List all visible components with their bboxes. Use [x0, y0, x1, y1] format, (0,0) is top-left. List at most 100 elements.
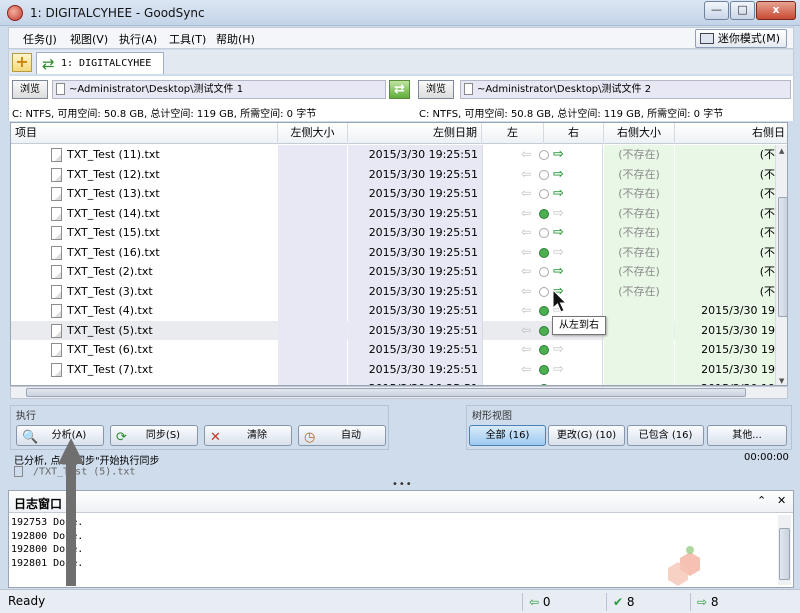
status-dot-icon[interactable] — [539, 150, 549, 160]
right-arrow-icon[interactable]: ⇨ — [553, 262, 564, 281]
filter-other-button[interactable]: 其他... — [707, 425, 787, 446]
vertical-scroll-thumb[interactable] — [778, 197, 787, 317]
left-arrow-icon[interactable]: ⇦ — [521, 243, 531, 262]
file-row[interactable]: TXT_Test (15).txt 2015/3/30 19:25:51 ⇦ ⇨ (不存… — [11, 223, 775, 243]
auto-button[interactable]: ◷ 自动 — [298, 425, 386, 446]
left-arrow-icon[interactable]: ⇦ — [521, 360, 531, 379]
left-path-field[interactable]: ~Administrator\Desktop\测试文件 1 — [52, 80, 386, 99]
close-button[interactable]: x — [756, 1, 796, 20]
log-scrollbar[interactable] — [778, 515, 791, 585]
right-arrow-icon[interactable]: ⇨ — [553, 379, 564, 385]
col-right-size[interactable]: 右侧大小 — [604, 123, 675, 144]
file-row[interactable]: TXT_Test (6).txt 2015/3/30 19:25:51 ⇦ ⇨ 2015… — [11, 340, 775, 360]
browse-right-button[interactable]: 浏览 — [418, 80, 454, 99]
right-arrow-icon[interactable]: ⇨ — [553, 223, 564, 242]
sync-action-cell[interactable]: ⇦⇨ — [482, 379, 603, 385]
scroll-up-icon[interactable]: ▲ — [779, 147, 784, 155]
status-dot-icon[interactable] — [539, 286, 549, 297]
sync-action-cell[interactable]: ⇦⇨ — [482, 242, 603, 262]
col-left-date[interactable]: 左侧日期 — [348, 123, 482, 144]
file-row[interactable]: TXT_Test (13).txt 2015/3/30 19:25:51 ⇦ ⇨ (不存… — [11, 184, 775, 204]
left-arrow-icon[interactable]: ⇦ — [521, 321, 531, 340]
status-dot-icon[interactable] — [539, 169, 549, 180]
left-arrow-icon[interactable]: ⇦ — [521, 301, 531, 320]
swap-direction-button[interactable]: ⇄ — [389, 80, 410, 99]
browse-left-button[interactable]: 浏览 — [12, 80, 48, 99]
right-arrow-icon[interactable]: ⇨ — [553, 243, 564, 262]
right-arrow-icon[interactable]: ⇨ — [553, 184, 564, 203]
right-arrow-icon[interactable]: ⇨ — [553, 340, 564, 359]
left-arrow-icon[interactable]: ⇦ — [521, 145, 531, 164]
sync-button[interactable]: ⟳ 同步(S) — [110, 425, 198, 446]
col-left[interactable]: 左 — [482, 123, 544, 144]
clear-button[interactable]: ✕ 清除 — [204, 425, 292, 446]
status-dot-icon[interactable] — [539, 208, 549, 219]
left-arrow-icon[interactable]: ⇦ — [521, 340, 531, 359]
left-arrow-icon[interactable]: ⇦ — [521, 262, 531, 281]
file-row[interactable]: TXT_Test (11).txt 2015/3/30 19:25:51 ⇦ ⇨ (不存… — [11, 145, 775, 165]
mini-mode-button[interactable]: 迷你模式(M) — [694, 29, 787, 48]
file-row[interactable]: TXT_Test (12).txt 2015/3/30 19:25:51 ⇦ ⇨ (不存… — [11, 164, 775, 184]
splitter-handle[interactable]: ••• — [392, 479, 413, 490]
vertical-scrollbar[interactable]: ▲ ▼ — [775, 145, 787, 385]
add-job-button[interactable]: + — [12, 53, 32, 72]
file-row[interactable]: 2015/3/30 19:25:51⇦⇨2015/3/30 19 — [11, 379, 775, 385]
horizontal-scroll-thumb[interactable] — [26, 388, 746, 397]
file-row[interactable]: TXT_Test (4).txt 2015/3/30 19:25:51 ⇦ ⇨ 2015… — [11, 301, 775, 321]
sync-action-cell[interactable]: ⇦⇨ — [482, 359, 603, 379]
status-dot-icon[interactable] — [539, 267, 549, 277]
filter-all-button[interactable]: 全部 (16) — [469, 425, 546, 446]
status-dot-icon[interactable] — [539, 247, 549, 258]
menu-tools[interactable]: 工具(T) — [169, 31, 206, 47]
file-row[interactable]: TXT_Test (2).txt 2015/3/30 19:25:51 ⇦ ⇨ (不存在… — [11, 262, 775, 282]
job-tab[interactable]: ⇄ 1: DIGITALCYHEE — [36, 52, 164, 74]
sync-action-cell[interactable]: ⇦⇨ — [482, 340, 603, 360]
status-dot-icon[interactable] — [539, 228, 549, 238]
minimize-button[interactable]: — — [704, 1, 729, 20]
horizontal-scrollbar[interactable] — [10, 386, 788, 399]
sync-action-cell[interactable]: ⇦⇨ — [482, 164, 603, 184]
file-row[interactable]: TXT_Test (16).txt 2015/3/30 19:25:51 ⇦ ⇨ (不存… — [11, 242, 775, 262]
col-right[interactable]: 右 — [544, 123, 604, 144]
left-arrow-icon[interactable]: ⇦ — [521, 223, 531, 242]
sync-action-cell[interactable]: ⇦⇨ — [482, 203, 603, 223]
menu-view[interactable]: 视图(V) — [70, 31, 108, 47]
menu-run[interactable]: 执行(A) — [119, 31, 157, 47]
menu-help[interactable]: 帮助(H) — [216, 31, 255, 47]
left-arrow-icon[interactable]: ⇦ — [521, 184, 531, 203]
sync-action-cell[interactable]: ⇦⇨ — [482, 145, 603, 165]
col-left-size[interactable]: 左侧大小 — [278, 123, 348, 144]
filter-included-button[interactable]: 已包含 (16) — [627, 425, 704, 446]
status-dot-icon[interactable] — [539, 364, 549, 375]
file-row[interactable]: TXT_Test (7).txt 2015/3/30 19:25:51 ⇦ ⇨ 2015… — [11, 359, 775, 379]
status-dot-icon[interactable] — [539, 189, 549, 199]
log-scroll-thumb[interactable] — [779, 528, 790, 580]
left-arrow-icon[interactable]: ⇦ — [521, 282, 531, 301]
file-row[interactable]: TXT_Test (3).txt 2015/3/30 19:25:51 ⇦ ⇨ (不存在… — [11, 281, 775, 301]
sync-action-cell[interactable]: ⇦⇨ — [482, 223, 603, 243]
status-dot-icon[interactable] — [539, 306, 549, 316]
col-right-date[interactable]: 右侧日 — [675, 123, 787, 144]
sync-action-cell[interactable]: ⇦⇨ — [482, 281, 603, 301]
maximize-button[interactable]: □ — [730, 1, 755, 20]
left-arrow-icon[interactable]: ⇦ — [521, 204, 531, 223]
status-dot-icon[interactable] — [539, 345, 549, 355]
right-arrow-icon[interactable]: ⇨ — [553, 204, 564, 223]
file-row[interactable]: TXT_Test (14).txt 2015/3/30 19:25:51 ⇦ ⇨ (不存… — [11, 203, 775, 223]
left-arrow-icon[interactable]: ⇦ — [521, 165, 531, 184]
right-arrow-icon[interactable]: ⇨ — [553, 145, 564, 164]
status-dot-icon[interactable] — [539, 325, 549, 336]
app-icon[interactable] — [7, 5, 23, 21]
collapse-icon[interactable]: ⌃ — [757, 494, 766, 507]
file-row[interactable]: TXT_Test (5).txt2015/3/30 19:25:51⇦⇨2015… — [11, 320, 775, 340]
right-arrow-icon[interactable]: ⇨ — [553, 165, 564, 184]
sync-action-cell[interactable]: ⇦⇨ — [482, 184, 603, 204]
right-arrow-icon[interactable]: ⇨ — [553, 360, 564, 379]
scroll-down-icon[interactable]: ▼ — [779, 377, 784, 385]
left-arrow-icon[interactable]: ⇦ — [521, 379, 531, 385]
log-close-icon[interactable]: ✕ — [777, 494, 786, 507]
sync-action-cell[interactable]: ⇦⇨ — [482, 262, 603, 282]
right-path-field[interactable]: ~Administrator\Desktop\测试文件 2 — [460, 80, 791, 99]
col-name[interactable]: 项目 — [11, 123, 278, 144]
menu-task[interactable]: 任务(J) — [23, 31, 57, 47]
